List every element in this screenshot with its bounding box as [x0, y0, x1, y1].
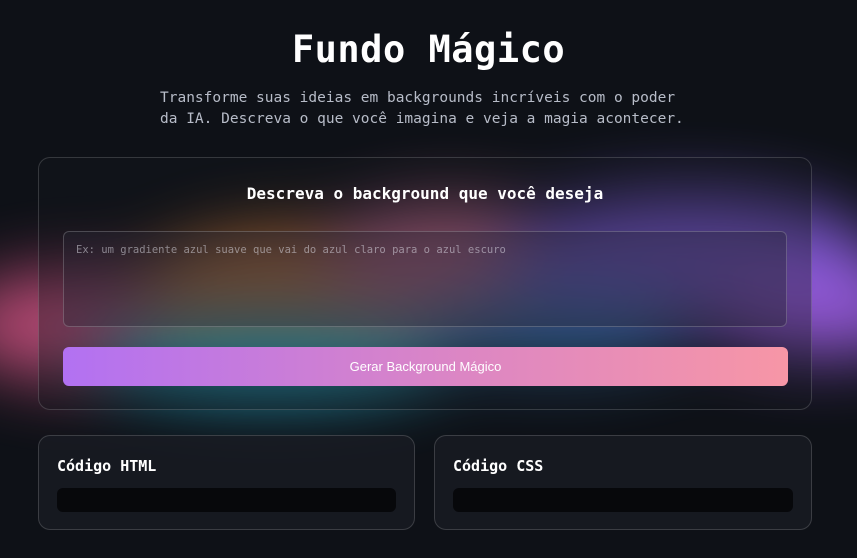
- generate-background-button[interactable]: Gerar Background Mágico: [63, 347, 788, 386]
- html-code-card: Código HTML: [38, 435, 415, 530]
- css-code-output[interactable]: [453, 488, 793, 512]
- css-code-title: Código CSS: [453, 457, 544, 475]
- prompt-card-title: Descreva o background que você deseja: [246, 184, 604, 203]
- page-subtitle: Transforme suas ideias em backgrounds in…: [160, 90, 684, 127]
- prompt-input[interactable]: [63, 231, 787, 327]
- page-title: Fundo Mágico: [291, 28, 566, 71]
- css-code-card: Código CSS: [434, 435, 812, 530]
- html-code-title: Código HTML: [57, 457, 157, 475]
- html-code-output[interactable]: [57, 488, 396, 512]
- prompt-card: Descreva o background que você deseja Ge…: [38, 157, 812, 410]
